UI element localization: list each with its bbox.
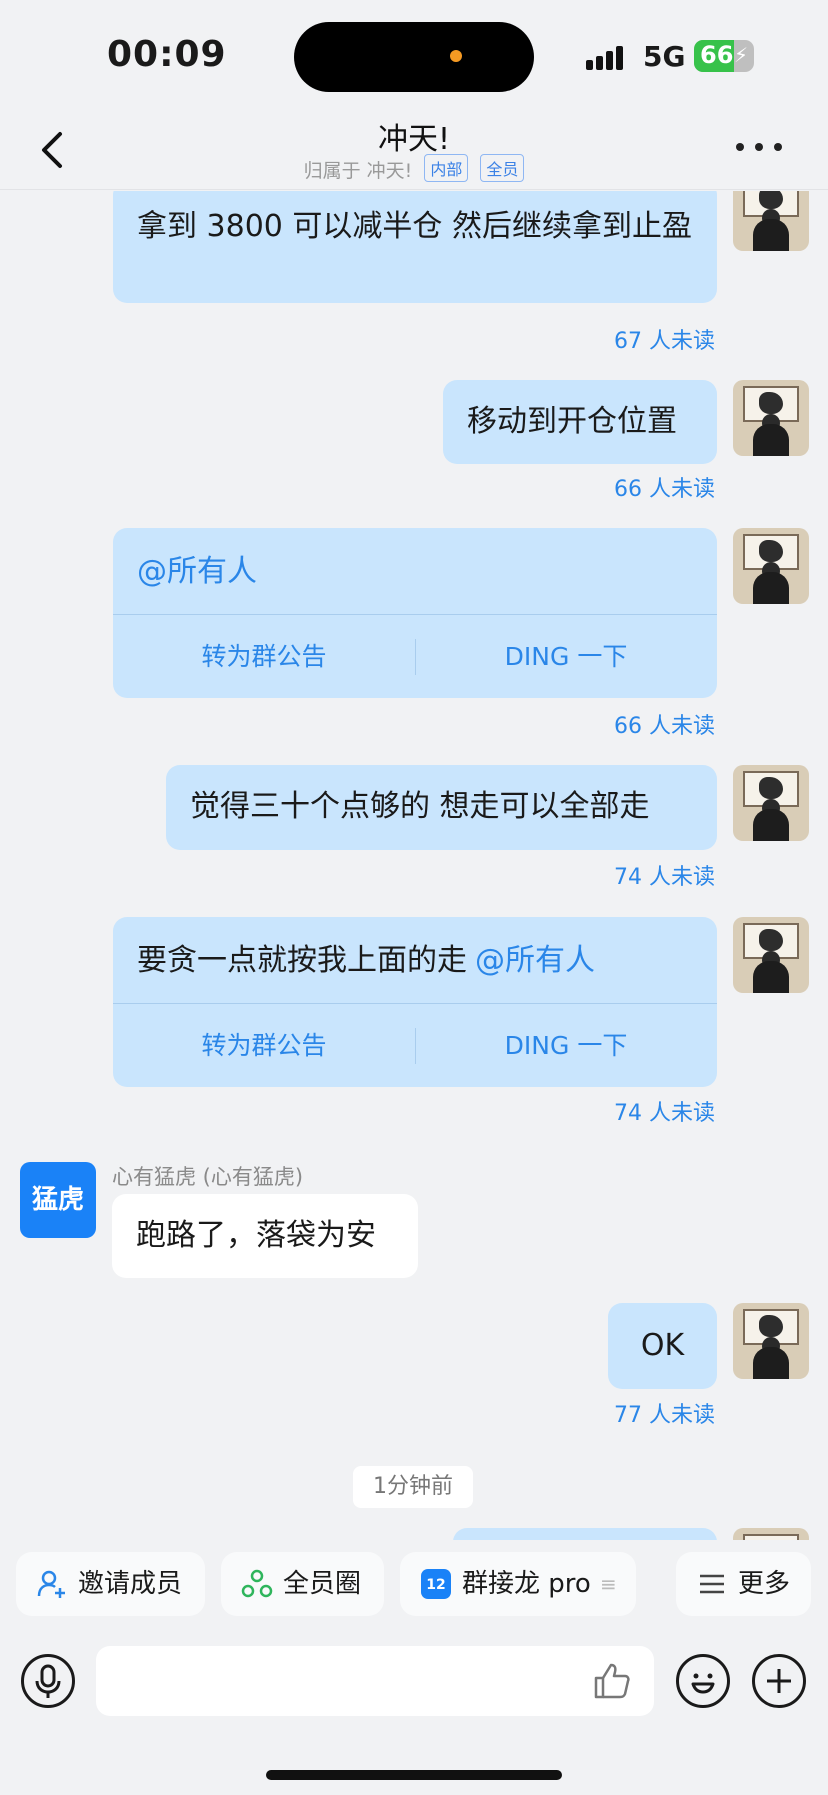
thumbs-up-icon[interactable] — [592, 1661, 632, 1701]
mention-card[interactable]: 要贪一点就按我上面的走 @所有人 转为群公告 DING 一下 — [113, 917, 717, 1087]
message-body: 要贪一点就按我上面的走 — [137, 943, 467, 978]
message-text: 觉得三十个点够的 想走可以全部走 — [190, 789, 650, 824]
avatar[interactable] — [733, 917, 809, 993]
dynamic-island — [294, 22, 534, 92]
solitaire-pro-button[interactable]: 12 群接龙 pro ≡ — [400, 1552, 636, 1616]
avatar[interactable] — [733, 1528, 809, 1540]
drag-handle-icon[interactable]: ≡ — [600, 1552, 617, 1616]
unread-count[interactable]: 66 人未读 — [614, 708, 715, 740]
circle-group-icon — [241, 1569, 273, 1598]
avatar[interactable] — [733, 1303, 809, 1379]
battery-percent: 66 — [700, 41, 734, 69]
plus-icon — [767, 1669, 791, 1693]
cellular-signal-icon — [586, 44, 630, 70]
ding-button[interactable]: DING 一下 — [415, 615, 717, 699]
message-list[interactable]: 拿到 3800 可以减半仓 然后继续拿到止盈 67 人未读 移动到开仓位置 66… — [0, 191, 828, 1540]
message-text: OK — [640, 1328, 685, 1363]
set-announcement-button[interactable]: 转为群公告 — [113, 615, 415, 699]
charging-bolt-icon: ⚡ — [733, 43, 748, 67]
message-input[interactable] — [96, 1646, 654, 1716]
avatar[interactable] — [733, 528, 809, 604]
more-label: 更多 — [738, 1569, 791, 1599]
battery-icon: 66 ⚡ — [694, 40, 754, 72]
menu-lines-icon — [700, 1574, 724, 1594]
more-dots-icon[interactable] — [736, 140, 782, 154]
avatar[interactable]: 猛虎 — [20, 1162, 96, 1238]
invite-member-label: 邀请成员 — [78, 1569, 183, 1599]
mention-actions: 转为群公告 DING 一下 — [113, 614, 717, 698]
all-members-circle-label: 全员圈 — [283, 1569, 362, 1599]
unread-count[interactable]: 67 人未读 — [614, 323, 715, 355]
svg-text:12: 12 — [426, 1577, 445, 1593]
solitaire-pro-label: 群接龙 pro — [462, 1569, 591, 1599]
add-button[interactable] — [752, 1654, 806, 1708]
tag-all-members: 全员 — [480, 154, 525, 182]
tag-internal: 内部 — [424, 154, 469, 182]
message-bubble[interactable] — [453, 1528, 717, 1540]
chat-title[interactable]: 冲天! — [0, 114, 828, 158]
status-time: 00:09 — [107, 34, 227, 75]
unread-count[interactable]: 77 人未读 — [614, 1397, 715, 1429]
message-bubble[interactable]: 移动到开仓位置 — [443, 380, 717, 464]
status-bar: 00:09 5G 66 ⚡ — [0, 0, 828, 110]
avatar[interactable] — [733, 191, 809, 251]
message-text: 移动到开仓位置 — [467, 404, 677, 439]
microphone-icon — [35, 1664, 61, 1698]
input-bar — [0, 1640, 828, 1740]
message-bubble[interactable]: 觉得三十个点够的 想走可以全部走 — [166, 765, 717, 850]
chat-owner: 归属于 冲天! — [303, 160, 413, 182]
avatar[interactable] — [733, 765, 809, 841]
more-button[interactable]: 更多 — [676, 1552, 811, 1616]
set-announcement-button[interactable]: 转为群公告 — [113, 1004, 415, 1088]
time-divider: 1分钟前 — [353, 1466, 473, 1508]
network-type: 5G — [643, 40, 686, 73]
home-indicator[interactable] — [266, 1770, 562, 1780]
sender-name: 心有猛虎 (心有猛虎) — [112, 1165, 304, 1189]
privacy-indicator-dot — [450, 50, 462, 62]
emoji-icon — [691, 1673, 715, 1694]
message-bubble[interactable]: 拿到 3800 可以减半仓 然后继续拿到止盈 — [113, 191, 717, 303]
chat-subtitle: 归属于 冲天! 内部 全员 — [0, 154, 828, 183]
mention-all[interactable]: @所有人 — [475, 943, 595, 978]
message-text: 拿到 3800 可以减半仓 然后继续拿到止盈 — [137, 209, 692, 244]
message-bubble[interactable]: OK — [608, 1303, 717, 1389]
voice-button[interactable] — [21, 1654, 75, 1708]
mention-actions: 转为群公告 DING 一下 — [113, 1003, 717, 1087]
mention-card[interactable]: @所有人 转为群公告 DING 一下 — [113, 528, 717, 698]
message-text: 要贪一点就按我上面的走 @所有人 — [137, 939, 595, 983]
ding-button[interactable]: DING 一下 — [415, 1004, 717, 1088]
unread-count[interactable]: 74 人未读 — [614, 859, 715, 891]
all-members-circle-button[interactable]: 全员圈 — [221, 1552, 384, 1616]
message-text: 跑路了，落袋为安 — [136, 1218, 376, 1253]
unread-count[interactable]: 74 人未读 — [614, 1095, 715, 1127]
chat-header: 冲天! 归属于 冲天! 内部 全员 — [0, 110, 828, 190]
solitaire-app-icon: 12 — [421, 1569, 451, 1599]
avatar[interactable] — [733, 380, 809, 456]
message-bubble[interactable]: 跑路了，落袋为安 — [112, 1194, 418, 1278]
emoji-button[interactable] — [676, 1654, 730, 1708]
invite-member-button[interactable]: 邀请成员 — [16, 1552, 205, 1616]
quick-actions-bar: 邀请成员 全员圈 12 群接龙 pro ≡ 更多 — [0, 1552, 828, 1616]
unread-count[interactable]: 66 人未读 — [614, 471, 715, 503]
mention-all[interactable]: @所有人 — [137, 550, 257, 594]
invite-member-icon — [37, 1570, 65, 1598]
